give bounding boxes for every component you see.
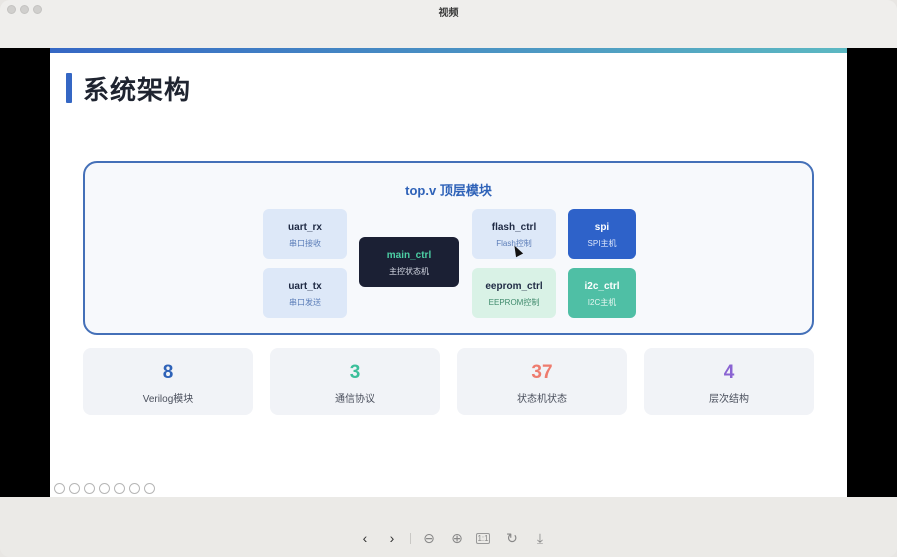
stat-value: 37 — [531, 362, 553, 383]
module-desc: 串口接收 — [289, 239, 321, 248]
slide: 系统架构 top.v 顶层模块 uart_rx 串口接收 uart_tx 串口发… — [50, 48, 847, 497]
slide-pen-icon[interactable] — [84, 483, 95, 494]
slide-next-icon[interactable] — [69, 483, 80, 494]
stat-label: 状态机状态 — [517, 394, 567, 405]
module-desc: SPI主机 — [587, 239, 617, 248]
slide-accent-bar — [50, 48, 847, 53]
module-name: eeprom_ctrl — [485, 281, 543, 292]
module-desc: 主控状态机 — [389, 267, 429, 276]
actual-size-button[interactable]: 1:1 — [476, 533, 490, 544]
zoom-out-button[interactable]: ⊖ — [420, 530, 438, 546]
diagram-title: top.v 顶层模块 — [405, 183, 492, 198]
stat-card-levels: 4 层次结构 — [644, 348, 814, 415]
module-desc: 串口发送 — [289, 298, 321, 307]
module-uart-rx: uart_rx 串口接收 — [263, 209, 347, 259]
heading-marker — [66, 73, 72, 103]
slide-prev-icon[interactable] — [54, 483, 65, 494]
stat-label: 层次结构 — [709, 394, 749, 405]
module-name: uart_rx — [288, 222, 322, 233]
slide-heading: 系统架构 — [83, 75, 192, 105]
title-bar: 视频 — [0, 0, 897, 48]
zoom-in-button[interactable]: ⊕ — [448, 530, 466, 546]
architecture-diagram: top.v 顶层模块 uart_rx 串口接收 uart_tx 串口发送 mai… — [83, 161, 814, 335]
rotate-button[interactable]: ↻ — [503, 530, 521, 546]
window-title: 视频 — [438, 8, 459, 19]
module-name: uart_tx — [288, 281, 322, 292]
module-main-ctrl: main_ctrl 主控状态机 — [359, 237, 459, 287]
slide-more-icon[interactable] — [144, 483, 155, 494]
slide-zoom-icon[interactable] — [114, 483, 125, 494]
stat-card-modules: 8 Verilog模块 — [83, 348, 253, 415]
module-name: flash_ctrl — [491, 222, 537, 233]
module-spi: spi SPI主机 — [568, 209, 636, 259]
stat-value: 4 — [723, 362, 735, 383]
next-button[interactable]: › — [383, 530, 401, 546]
stat-card-states: 37 状态机状态 — [457, 348, 627, 415]
module-name: i2c_ctrl — [584, 281, 620, 292]
module-uart-tx: uart_tx 串口发送 — [263, 268, 347, 318]
toolbar-divider — [410, 533, 411, 544]
module-desc: I2C主机 — [587, 298, 617, 307]
stat-label: Verilog模块 — [142, 394, 194, 405]
module-i2c-ctrl: i2c_ctrl I2C主机 — [568, 268, 636, 318]
stat-value: 8 — [162, 362, 174, 383]
stat-label: 通信协议 — [335, 394, 375, 405]
module-name: spi — [594, 222, 610, 233]
module-name: main_ctrl — [386, 250, 432, 261]
slide-grid-icon[interactable] — [99, 483, 110, 494]
video-viewport[interactable]: 系统架构 top.v 顶层模块 uart_rx 串口接收 uart_tx 串口发… — [0, 48, 897, 497]
module-eeprom-ctrl: eeprom_ctrl EEPROM控制 — [472, 268, 556, 318]
viewer-toolbar: ‹ › ⊖ ⊕ 1:1 ↻ ⤓ — [0, 497, 897, 557]
stat-card-protocols: 3 通信协议 — [270, 348, 440, 415]
module-desc: EEPROM控制 — [488, 298, 540, 307]
stat-value: 3 — [349, 362, 361, 383]
app-window: 视频 系统架构 top.v 顶层模块 uart_rx 串口接收 uart_tx … — [0, 0, 897, 557]
previous-button[interactable]: ‹ — [356, 530, 374, 546]
slide-camera-icon[interactable] — [129, 483, 140, 494]
download-button[interactable]: ⤓ — [531, 530, 549, 546]
